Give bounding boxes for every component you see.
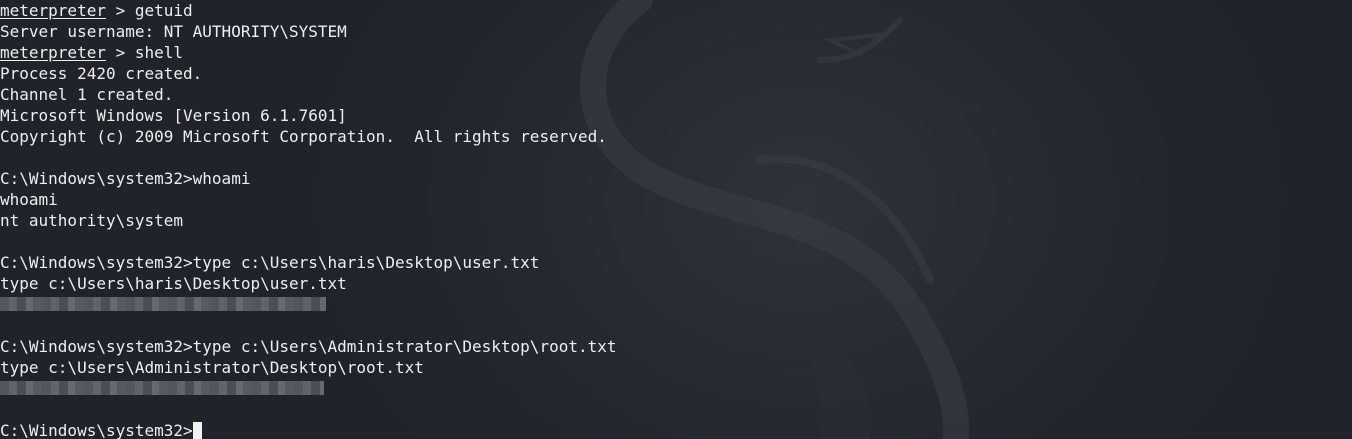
line-text: Microsoft Windows [Version 6.1.7601]	[0, 106, 347, 125]
line-text: Copyright (c) 2009 Microsoft Corporation…	[0, 127, 607, 146]
terminal-window[interactable]: meterpreter > getuid Server username: NT …	[0, 0, 1352, 439]
meterpreter-prompt: meterpreter	[0, 43, 106, 62]
terminal-line: meterpreter > shell	[0, 42, 1352, 63]
line-text: C:\Windows\system32>type c:\Users\haris\…	[0, 253, 540, 272]
terminal-line: meterpreter > getuid	[0, 0, 1352, 21]
terminal-line: type c:\Users\haris\Desktop\user.txt	[0, 273, 1352, 294]
terminal-line: Server username: NT AUTHORITY\SYSTEM	[0, 21, 1352, 42]
terminal-line: Process 2420 created.	[0, 63, 1352, 84]
line-text: C:\Windows\system32>type c:\Users\Admini…	[0, 337, 617, 356]
line-text: C:\Windows\system32>whoami	[0, 169, 251, 188]
terminal-line	[0, 294, 1352, 315]
line-text: C:\Windows\system32>	[0, 421, 193, 439]
line-text: Server username: NT AUTHORITY\SYSTEM	[0, 22, 347, 41]
line-text: type c:\Users\haris\Desktop\user.txt	[0, 274, 347, 293]
terminal-line: C:\Windows\system32>type c:\Users\Admini…	[0, 336, 1352, 357]
redacted-flag	[0, 381, 324, 395]
terminal-line: C:\Windows\system32>	[0, 420, 1352, 439]
line-text: Channel 1 created.	[0, 85, 174, 104]
terminal-line: Channel 1 created.	[0, 84, 1352, 105]
text-cursor[interactable]	[192, 422, 202, 439]
terminal-line: nt authority\system	[0, 210, 1352, 231]
line-text: type c:\Users\Administrator\Desktop\root…	[0, 358, 424, 377]
line-text: nt authority\system	[0, 211, 184, 230]
terminal-line: whoami	[0, 189, 1352, 210]
redacted-flag	[0, 297, 326, 311]
terminal-line: type c:\Users\Administrator\Desktop\root…	[0, 357, 1352, 378]
line-text: > getuid	[105, 1, 193, 20]
line-text: whoami	[0, 190, 58, 209]
terminal-line: C:\Windows\system32>whoami	[0, 168, 1352, 189]
terminal-output[interactable]: meterpreter > getuid Server username: NT …	[0, 0, 1352, 439]
terminal-line: Microsoft Windows [Version 6.1.7601]	[0, 105, 1352, 126]
line-text: Process 2420 created.	[0, 64, 203, 83]
terminal-line: C:\Windows\system32>type c:\Users\haris\…	[0, 252, 1352, 273]
terminal-line	[0, 378, 1352, 399]
line-text: > shell	[105, 43, 184, 62]
meterpreter-prompt: meterpreter	[0, 1, 106, 20]
terminal-line: Copyright (c) 2009 Microsoft Corporation…	[0, 126, 1352, 147]
